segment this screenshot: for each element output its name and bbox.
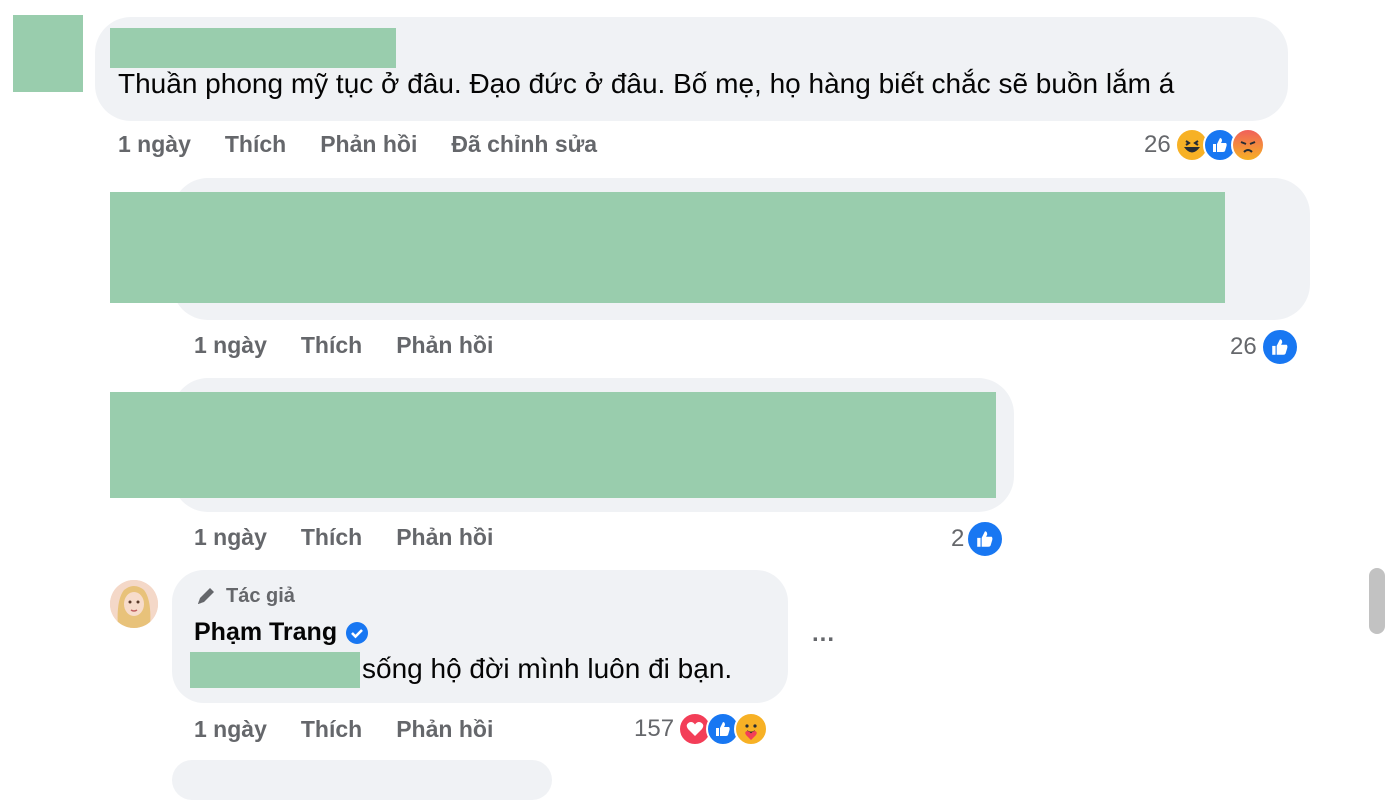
reaction-summary[interactable]: 157 [634,712,769,746]
comment-actions: 1 ngày Thích Phản hồi [194,332,527,359]
avatar-redacted[interactable] [13,15,83,92]
comment-text-redacted [110,192,1225,303]
comment-actions: 1 ngày Thích Phản hồi [194,524,527,551]
reaction-summary[interactable]: 2 [951,520,1005,558]
reaction-count: 157 [634,715,675,742]
reaction-count: 26 [1230,333,1257,360]
author-badge-label: Tác giả [226,584,295,607]
comment-text: Thuần phong mỹ tục ở đâu. Đạo đức ở đâu.… [118,68,1175,99]
like-icon [1260,328,1299,366]
mention-redacted[interactable] [190,652,360,688]
comment-time[interactable]: 1 ngày [118,131,191,158]
like-button[interactable]: Thích [301,716,362,743]
author-badge: Tác giả [194,584,295,608]
angry-icon [1230,128,1265,162]
care-icon [734,712,769,746]
reply-button[interactable]: Phản hồi [396,524,493,551]
edited-label[interactable]: Đã chỉnh sửa [451,131,597,158]
comment-bubble [172,760,552,800]
scrollbar-thumb[interactable] [1369,568,1385,634]
author-name-redacted[interactable] [110,28,396,68]
reply-button[interactable]: Phản hồi [396,716,493,743]
author-row: Phạm Trang [194,618,369,647]
like-icon [966,520,1005,558]
more-icon: ... [812,620,836,647]
like-button[interactable]: Thích [225,131,286,158]
avatar[interactable] [110,580,158,628]
comment-time[interactable]: 1 ngày [194,716,267,743]
reply-button[interactable]: Phản hồi [320,131,417,158]
more-options-button[interactable]: ... [812,620,835,648]
reply-button[interactable]: Phản hồi [396,332,493,359]
comment-text: sống hộ đời mình luôn đi bạn. [362,653,733,684]
comment-time[interactable]: 1 ngày [194,332,267,359]
verified-icon [345,621,369,645]
comment-time[interactable]: 1 ngày [194,524,267,551]
like-button[interactable]: Thích [301,332,362,359]
like-button[interactable]: Thích [301,524,362,551]
reaction-count: 26 [1144,131,1171,158]
comment-text-redacted [110,392,996,498]
reaction-summary[interactable]: 26 [1230,328,1299,366]
reaction-count: 2 [951,525,965,552]
comment-actions: 1 ngày Thích Phản hồi Đã chỉnh sửa [118,131,631,158]
reaction-summary[interactable]: 26 [1144,128,1265,162]
comment-actions: 1 ngày Thích Phản hồi [194,716,527,743]
author-name[interactable]: Phạm Trang [194,618,337,647]
pen-icon [194,584,218,608]
